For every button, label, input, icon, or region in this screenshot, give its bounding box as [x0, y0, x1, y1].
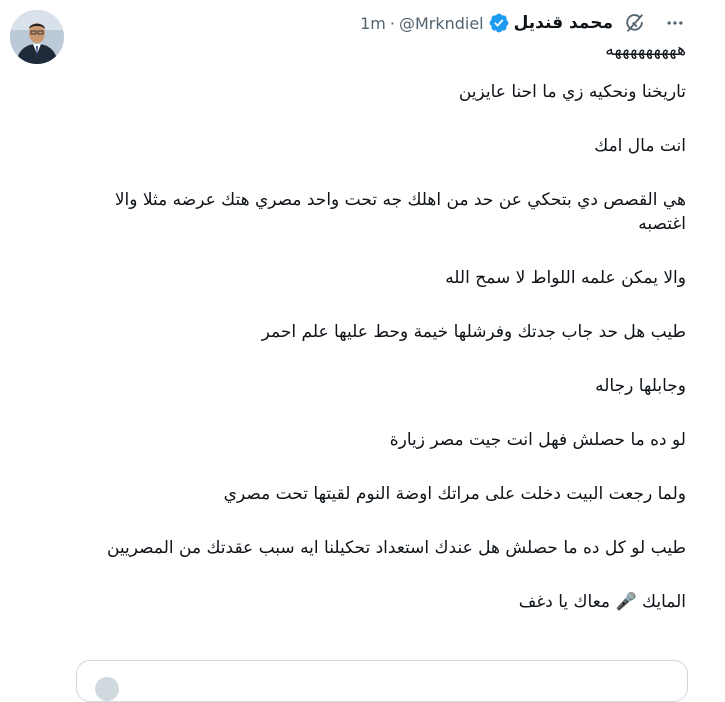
tweet-header: محمد قنديل @Mrkndiel · 1m	[0, 8, 725, 38]
tweet-paragraph: لو ده ما حصلش فهل انت جيت مصر زيارة	[389, 430, 686, 450]
quoted-tweet-card[interactable]	[76, 660, 688, 702]
tweet-paragraph: طيب لو كل ده ما حصلش هل عندك استعداد تحك…	[106, 538, 686, 558]
tweet-timestamp[interactable]: 1m	[360, 14, 386, 33]
tweet-paragraph: هههههههههه	[605, 40, 686, 60]
tweet-paragraph: طيب هل حد جاب جدتك وفرشلها خيمة وحط عليه…	[261, 322, 686, 342]
tweet-paragraph: والا يمكن علمه اللواط لا سمح الله	[445, 268, 686, 288]
tweet-paragraph: تاريخنا ونحكيه زي ما احنا عايزين	[458, 82, 686, 102]
tweet-text: هههههههههه تاريخنا ونحكيه زي ما احنا عاي…	[80, 38, 686, 644]
tweet-paragraph: انت مال امك	[594, 136, 686, 156]
tweet-paragraph: وجابلها رجاله	[595, 376, 686, 396]
quoted-author-avatar	[95, 677, 119, 701]
tweet-actions-top	[622, 10, 688, 36]
author-info: محمد قنديل @Mrkndiel · 1m	[360, 12, 613, 34]
tweet-paragraph: هي القصص دي بتحكي عن حد من اهلك جه تحت و…	[114, 190, 686, 234]
author-name[interactable]: محمد قنديل	[514, 13, 613, 33]
tweet-paragraph: المايك 🎤 معاك يا دغف	[518, 592, 686, 612]
tweet-paragraph: ولما رجعت البيت دخلت على مراتك اوضة النو…	[223, 484, 686, 504]
verified-badge-icon[interactable]	[488, 12, 510, 34]
author-handle[interactable]: @Mrkndiel	[399, 14, 484, 33]
grok-icon[interactable]	[622, 10, 648, 36]
separator-dot: ·	[389, 13, 395, 33]
tweet: محمد قنديل @Mrkndiel · 1m هههههههههه تار…	[0, 0, 725, 702]
more-horizontal-icon[interactable]	[662, 10, 688, 36]
